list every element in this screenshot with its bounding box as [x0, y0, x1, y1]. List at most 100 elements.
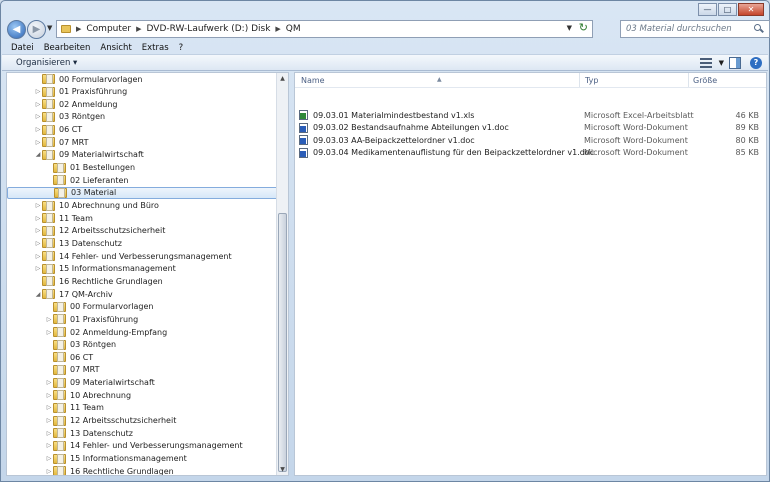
tree-item[interactable]: ◢ 17 QM-Archiv — [7, 288, 278, 300]
tree-item[interactable]: ▷ 15 Informationsmanagement — [7, 453, 278, 465]
recent-pages-dropdown[interactable]: ▼ — [47, 24, 52, 32]
tree-item[interactable]: 03 Material — [7, 186, 278, 199]
expand-arrow-icon[interactable]: ▷ — [34, 265, 42, 272]
expand-arrow-icon[interactable]: ▷ — [34, 227, 42, 234]
expand-arrow-icon[interactable]: ▷ — [34, 240, 42, 247]
tree-scrollbar[interactable]: ▲ ▼ — [276, 73, 288, 475]
tree-item[interactable]: ▷ 06 CT — [7, 124, 278, 136]
tree-item[interactable]: 00 Formularvorlagen — [7, 73, 278, 85]
expand-arrow-icon[interactable]: ▷ — [45, 379, 53, 386]
expand-arrow-icon[interactable]: ▷ — [34, 126, 42, 133]
collapse-arrow-icon[interactable]: ◢ — [34, 291, 42, 298]
navigation-pane[interactable]: 00 Formularvorlagen ▷ 01 Praxisführung ▷ 02 … — [6, 72, 289, 476]
expand-arrow-icon[interactable]: ▷ — [34, 253, 42, 260]
expand-arrow-icon[interactable]: ▷ — [34, 88, 42, 95]
file-row[interactable]: 09.03.01 Materialmindestbestand v1.xls Mi… — [299, 109, 763, 121]
command-bar: Organisieren ▾ ▼ ? — [2, 54, 768, 71]
breadcrumb-qm[interactable]: QM — [286, 24, 301, 34]
expand-arrow-icon[interactable]: ▷ — [45, 404, 53, 411]
tree-item[interactable]: 03 Röntgen — [7, 339, 278, 351]
tree-item[interactable]: ▷ 10 Abrechnung — [7, 389, 278, 401]
forward-button[interactable]: ▶ — [27, 20, 46, 39]
menu-datei[interactable]: Datei — [11, 43, 34, 53]
tree-item[interactable]: ▷ 03 Röntgen — [7, 111, 278, 123]
help-icon[interactable]: ? — [750, 57, 762, 69]
tree-item[interactable]: 00 Formularvorlagen — [7, 301, 278, 313]
scroll-thumb[interactable] — [278, 213, 287, 472]
expand-arrow-icon[interactable]: ▷ — [45, 455, 53, 462]
collapse-arrow-icon[interactable]: ◢ — [34, 151, 42, 158]
change-view-icon[interactable] — [700, 58, 712, 68]
expand-arrow-icon[interactable]: ▷ — [45, 392, 53, 399]
tree-item[interactable]: ▷ 10 Abrechnung und Büro — [7, 200, 278, 212]
back-button[interactable]: ◀ — [7, 20, 26, 39]
search-icon[interactable] — [754, 24, 764, 34]
expand-arrow-icon[interactable]: ▷ — [34, 113, 42, 120]
expand-arrow-icon[interactable]: ▷ — [34, 101, 42, 108]
file-list-pane[interactable]: ▲ Name Typ Größe 09.03.01 Materialmindes… — [294, 72, 767, 476]
maximize-button[interactable]: □ — [718, 3, 737, 16]
expand-arrow-icon[interactable]: ▷ — [45, 442, 53, 449]
tree-item[interactable]: ▷ 12 Arbeitsschutzsicherheit — [7, 225, 278, 237]
minimize-button[interactable]: — — [698, 3, 717, 16]
expand-arrow-icon[interactable]: ▷ — [45, 417, 53, 424]
file-row[interactable]: 09.03.04 Medikamentenauflistung für den … — [299, 147, 763, 159]
address-bar[interactable]: ▶ Computer ▶ DVD-RW-Laufwerk (D:) Disk ▶… — [56, 20, 593, 38]
tree-item[interactable]: ▷ 01 Praxisführung — [7, 86, 278, 98]
tree-item[interactable]: ▷ 09 Materialwirtschaft — [7, 377, 278, 389]
tree-item[interactable]: ▷ 13 Datenschutz — [7, 427, 278, 439]
column-type[interactable]: Typ — [585, 76, 598, 85]
tree-item[interactable]: ▷ 14 Fehler- und Verbesserungsmanagement — [7, 250, 278, 262]
tree-item[interactable]: ▷ 07 MRT — [7, 136, 278, 148]
tree-item[interactable]: 01 Bestellungen — [7, 162, 278, 174]
file-row[interactable]: 09.03.03 AA-Beipackzettelordner v1.doc Mi… — [299, 134, 763, 146]
tree-item[interactable]: ▷ 15 Informationsmanagement — [7, 263, 278, 275]
preview-pane-icon[interactable] — [729, 57, 741, 69]
expand-arrow-icon[interactable]: ▷ — [34, 215, 42, 222]
folder-icon — [42, 200, 55, 211]
tree-item[interactable]: ▷ 01 Praxisführung — [7, 313, 278, 325]
tree-item[interactable]: 06 CT — [7, 351, 278, 363]
folder-icon — [53, 453, 66, 464]
tree-item[interactable]: 02 Lieferanten — [7, 174, 278, 186]
folder-icon — [42, 86, 55, 97]
expand-arrow-icon[interactable]: ▷ — [45, 468, 53, 475]
tree-item[interactable]: ▷ 02 Anmeldung — [7, 98, 278, 110]
breadcrumb-dvd-drive[interactable]: DVD-RW-Laufwerk (D:) Disk — [147, 24, 271, 34]
expand-arrow-icon[interactable]: ▷ — [45, 430, 53, 437]
scroll-down-icon[interactable]: ▼ — [277, 464, 288, 475]
tree-item[interactable]: 07 MRT — [7, 364, 278, 376]
expand-arrow-icon[interactable]: ▷ — [34, 139, 42, 146]
refresh-icon[interactable]: ↻ — [579, 22, 588, 33]
tree-item[interactable]: 16 Rechtliche Grundlagen — [7, 275, 278, 287]
menu-ansicht[interactable]: Ansicht — [100, 43, 131, 53]
tree-item[interactable]: ▷ 14 Fehler- und Verbesserungsmanagement — [7, 440, 278, 452]
tree-item[interactable]: ▷ 02 Anmeldung-Empfang — [7, 326, 278, 338]
address-dropdown-icon[interactable]: ▼ — [567, 24, 572, 32]
breadcrumb-separator-icon[interactable]: ▶ — [275, 25, 280, 33]
breadcrumb-separator-icon[interactable]: ▶ — [76, 25, 81, 33]
menu-help[interactable]: ? — [179, 43, 184, 53]
menu-bearbeiten[interactable]: Bearbeiten — [44, 43, 91, 53]
tree-item[interactable]: ▷ 12 Arbeitsschutzsicherheit — [7, 415, 278, 427]
expand-arrow-icon[interactable]: ▷ — [45, 329, 53, 336]
file-name: 09.03.02 Bestandsaufnahme Abteilungen v1… — [313, 123, 509, 132]
view-dropdown-icon[interactable]: ▼ — [719, 59, 724, 67]
search-input[interactable]: 03 Material durchsuchen — [620, 20, 770, 38]
column-size[interactable]: Größe — [693, 76, 717, 85]
tree-item[interactable]: ◢ 09 Materialwirtschaft — [7, 149, 278, 161]
file-row[interactable]: 09.03.02 Bestandsaufnahme Abteilungen v1… — [299, 122, 763, 134]
tree-item[interactable]: ▷ 13 Datenschutz — [7, 237, 278, 249]
tree-item[interactable]: ▷ 11 Team — [7, 212, 278, 224]
breadcrumb-computer[interactable]: Computer — [86, 24, 131, 34]
menu-extras[interactable]: Extras — [142, 43, 169, 53]
column-name[interactable]: Name — [301, 76, 325, 85]
organize-button[interactable]: Organisieren ▾ — [16, 58, 77, 68]
tree-item[interactable]: ▷ 11 Team — [7, 402, 278, 414]
scroll-up-icon[interactable]: ▲ — [277, 73, 288, 84]
breadcrumb-separator-icon[interactable]: ▶ — [136, 25, 141, 33]
expand-arrow-icon[interactable]: ▷ — [45, 316, 53, 323]
close-button[interactable]: ✕ — [738, 3, 764, 16]
tree-item[interactable]: ▷ 16 Rechtliche Grundlagen — [7, 465, 278, 475]
expand-arrow-icon[interactable]: ▷ — [34, 202, 42, 209]
